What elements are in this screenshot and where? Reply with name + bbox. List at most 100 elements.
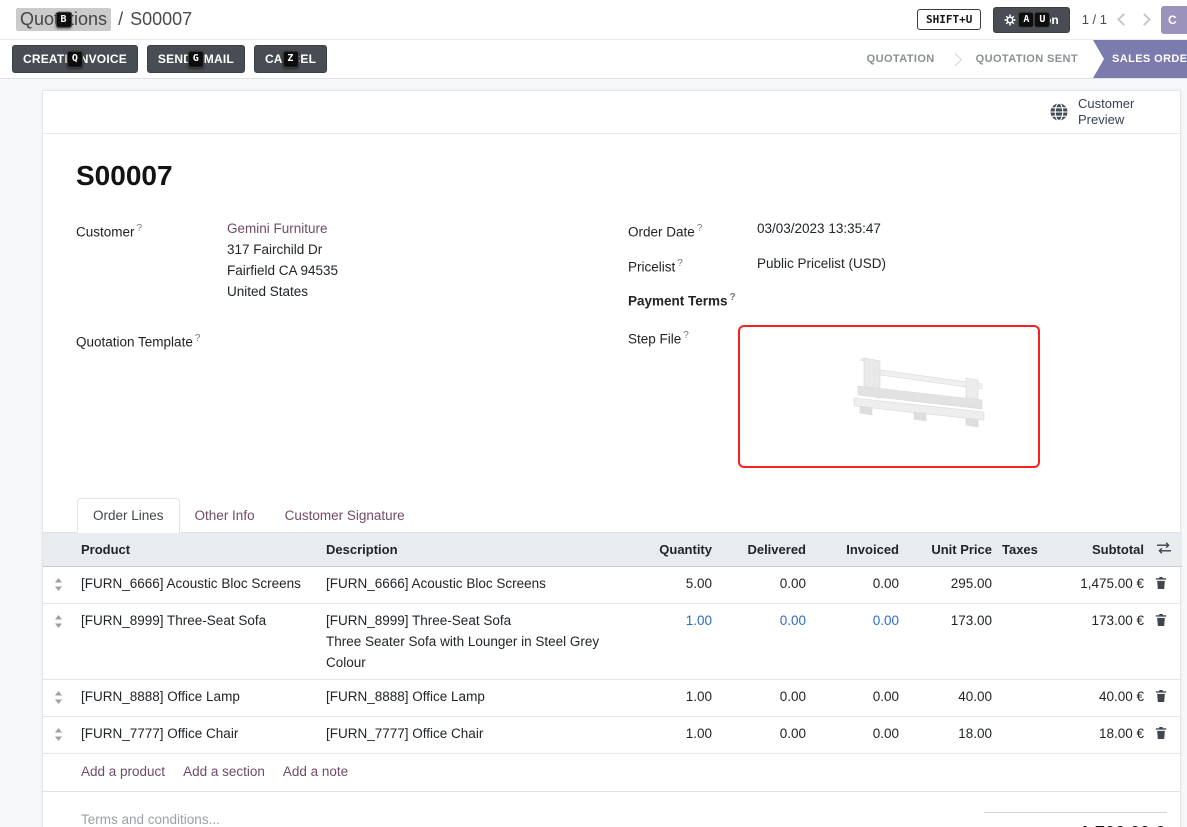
- drag-handle[interactable]: [43, 567, 73, 604]
- drag-handle[interactable]: [43, 604, 73, 680]
- payment-terms-label: Payment Terms?: [628, 287, 757, 312]
- handle-column-header: [43, 533, 73, 567]
- status-step-sales-order-active[interactable]: SALES ORDER: [1093, 40, 1187, 78]
- order-line-row: [FURN_8888] Office Lamp [FURN_8888] Offi…: [43, 680, 1182, 717]
- order-date-field-row: Order Date? 03/03/2023 13:35:47: [628, 218, 1147, 243]
- description-cell[interactable]: [FURN_7777] Office Chair: [318, 717, 628, 754]
- delete-line-button[interactable]: [1152, 717, 1182, 754]
- pager-previous-icon[interactable]: [1117, 13, 1130, 26]
- invoiced-cell[interactable]: 0.00: [814, 604, 907, 680]
- taxes-cell[interactable]: [1000, 717, 1046, 754]
- optional-columns-toggle[interactable]: [1152, 533, 1182, 567]
- sort-handle-icon: [54, 728, 63, 741]
- unit-price-cell[interactable]: 173.00: [907, 604, 1000, 680]
- customer-link[interactable]: Gemini Furniture: [227, 218, 338, 239]
- product-cell[interactable]: [FURN_7777] Office Chair: [73, 717, 318, 754]
- order-date-value[interactable]: 03/03/2023 13:35:47: [757, 218, 881, 243]
- taxes-cell[interactable]: [1000, 567, 1046, 604]
- add-section-link[interactable]: Add a section: [183, 764, 265, 779]
- quantity-cell[interactable]: 5.00: [628, 567, 720, 604]
- sort-handle-icon: [54, 578, 63, 591]
- taxes-cell[interactable]: [1000, 604, 1046, 680]
- description-line1: [FURN_7777] Office Chair: [326, 723, 620, 744]
- quantity-cell[interactable]: 1.00: [628, 717, 720, 754]
- delete-line-button[interactable]: [1152, 604, 1182, 680]
- invoiced-cell[interactable]: 0.00: [814, 717, 907, 754]
- customer-address-line2: Fairfield CA 94535: [227, 260, 338, 281]
- hotkey-badge-a: A: [1018, 11, 1034, 28]
- taxes-cell[interactable]: [1000, 680, 1046, 717]
- unit-price-cell[interactable]: 18.00: [907, 717, 1000, 754]
- page-title: S00007: [76, 160, 1147, 192]
- tab-customer-signature[interactable]: Customer Signature: [270, 499, 420, 532]
- cancel-button[interactable]: CANCEL Z: [254, 45, 327, 73]
- product-cell[interactable]: [FURN_6666] Acoustic Bloc Screens: [73, 567, 318, 604]
- help-icon: ?: [137, 223, 143, 234]
- tab-order-lines[interactable]: Order Lines: [77, 498, 180, 533]
- terms-placeholder[interactable]: Terms and conditions...: [81, 812, 220, 827]
- tab-other-info[interactable]: Other Info: [180, 499, 270, 532]
- adjust-columns-icon: [1156, 542, 1172, 554]
- subtotal-cell: 40.00 €: [1046, 680, 1152, 717]
- description-cell[interactable]: [FURN_8999] Three-Seat Sofa Three Seater…: [318, 604, 628, 680]
- quotation-template-label: Quotation Template?: [76, 328, 227, 353]
- product-cell[interactable]: [FURN_8999] Three-Seat Sofa: [73, 604, 318, 680]
- quantity-cell[interactable]: 1.00: [628, 680, 720, 717]
- send-email-button[interactable]: SEND EMAIL G: [147, 45, 245, 73]
- order-line-row: [FURN_7777] Office Chair [FURN_7777] Off…: [43, 717, 1182, 754]
- sort-handle-icon: [54, 615, 63, 628]
- delivered-column-header: Delivered: [720, 533, 814, 567]
- delivered-cell[interactable]: 0.00: [720, 680, 814, 717]
- breadcrumb-current: S00007: [130, 9, 192, 30]
- unit-price-cell[interactable]: 295.00: [907, 567, 1000, 604]
- action-statusbar-row: CREATE INVOICE Q SEND EMAIL G CANCEL Z Q…: [0, 40, 1187, 79]
- delivered-cell[interactable]: 0.00: [720, 717, 814, 754]
- shortcut-hint-badge: SHIFT+U: [917, 9, 981, 30]
- quantity-cell[interactable]: 1.00: [628, 604, 720, 680]
- delete-line-button[interactable]: [1152, 680, 1182, 717]
- header-action-buttons: CREATE INVOICE Q SEND EMAIL G CANCEL Z: [12, 40, 327, 78]
- order-lines-table: Product Description Quantity Delivered I…: [43, 533, 1182, 755]
- customer-preview-link[interactable]: Customer Preview: [1078, 96, 1150, 129]
- description-line1: [FURN_8888] Office Lamp: [326, 686, 620, 707]
- status-step-quotation-sent[interactable]: QUOTATION SENT: [961, 53, 1093, 65]
- customer-field-row: Customer? Gemini Furniture 317 Fairchild…: [76, 218, 628, 302]
- pricelist-value[interactable]: Public Pricelist (USD): [757, 253, 886, 278]
- breadcrumb-parent[interactable]: Quotations B: [16, 8, 111, 31]
- breadcrumb-separator: /: [118, 9, 123, 30]
- unit-price-column-header: Unit Price: [907, 533, 1000, 567]
- pager-next-icon[interactable]: [1138, 13, 1151, 26]
- fields-right-column: Order Date? 03/03/2023 13:35:47 Pricelis…: [628, 218, 1147, 478]
- drag-handle[interactable]: [43, 680, 73, 717]
- add-note-link[interactable]: Add a note: [283, 764, 348, 779]
- add-product-link[interactable]: Add a product: [81, 764, 165, 779]
- action-menu-button[interactable]: Action A U: [993, 7, 1069, 33]
- product-column-header: Product: [73, 533, 318, 567]
- invoiced-cell[interactable]: 0.00: [814, 680, 907, 717]
- step-file-3d-render: [814, 348, 994, 444]
- subtotal-column-header: Subtotal: [1046, 533, 1152, 567]
- description-cell[interactable]: [FURN_8888] Office Lamp: [318, 680, 628, 717]
- subtotal-cell: 18.00 €: [1046, 717, 1152, 754]
- step-file-image-widget[interactable]: [738, 325, 1040, 468]
- status-separator-icon: [949, 53, 962, 66]
- customer-field-label: Customer?: [76, 218, 227, 302]
- description-line1: [FURN_8999] Three-Seat Sofa: [326, 610, 620, 631]
- order-date-label: Order Date?: [628, 218, 757, 243]
- help-icon: ?: [683, 330, 689, 341]
- status-step-quotation[interactable]: QUOTATION: [852, 53, 950, 65]
- order-line-row: [FURN_8999] Three-Seat Sofa [FURN_8999] …: [43, 604, 1182, 680]
- hotkey-badge-g: G: [188, 51, 204, 68]
- invoiced-cell[interactable]: 0.00: [814, 567, 907, 604]
- delete-line-button[interactable]: [1152, 567, 1182, 604]
- description-cell[interactable]: [FURN_6666] Acoustic Bloc Screens: [318, 567, 628, 604]
- create-button-partial[interactable]: C: [1161, 6, 1187, 34]
- pricelist-label: Pricelist?: [628, 253, 757, 278]
- unit-price-cell[interactable]: 40.00: [907, 680, 1000, 717]
- delivered-cell[interactable]: 0.00: [720, 604, 814, 680]
- product-cell[interactable]: [FURN_8888] Office Lamp: [73, 680, 318, 717]
- drag-handle[interactable]: [43, 717, 73, 754]
- delivered-cell[interactable]: 0.00: [720, 567, 814, 604]
- create-invoice-button[interactable]: CREATE INVOICE Q: [12, 45, 138, 73]
- help-icon: ?: [195, 333, 201, 344]
